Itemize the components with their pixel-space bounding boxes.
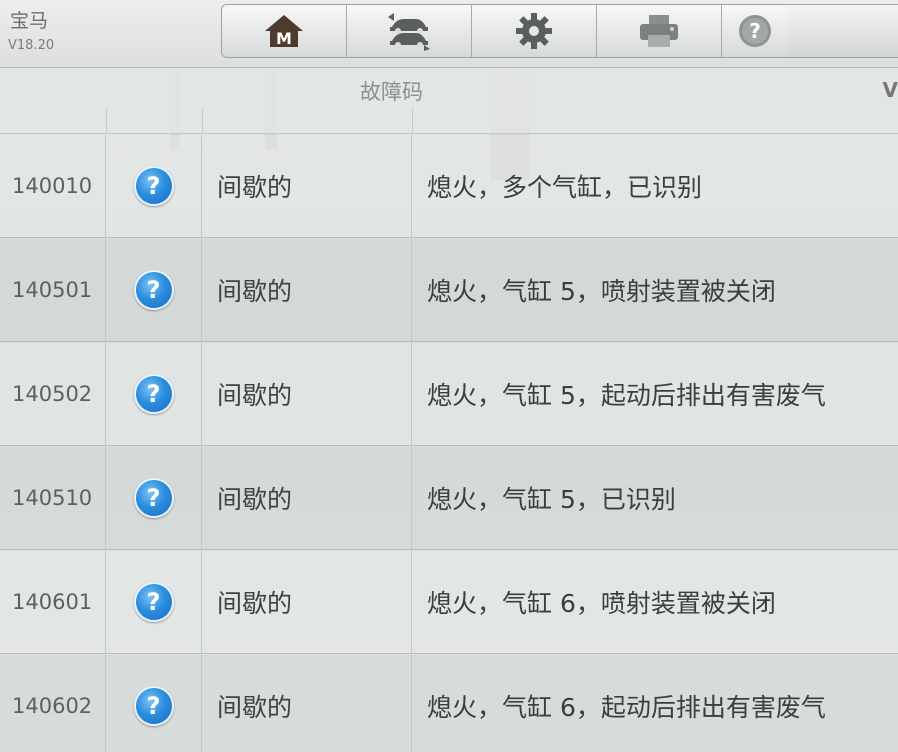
help-cell[interactable]: ? [106,551,202,653]
screen: 宝马 V18.20 M ? 故障码 V 140010 ? 间歇的 熄火，多个气缸… [0,0,898,752]
dtc-description: 熄火，气缸 5，喷射装置被关闭 [427,277,776,306]
vehicle-swap-button[interactable] [347,5,472,57]
home-m-icon: M [265,15,303,48]
dtc-description: 熄火，气缸 5，起动后排出有害废气 [427,381,826,410]
help-cell[interactable]: ? [106,239,202,341]
table-row[interactable]: 140501 ? 间歇的 熄火，气缸 5，喷射装置被关闭 [0,239,898,342]
table-header: 故障码 V [0,68,898,134]
column-divider [412,108,413,134]
help-cell[interactable]: ? [106,655,202,752]
app-version: V18.20 [8,38,55,53]
settings-button[interactable] [472,5,597,57]
help-cell[interactable]: ? [106,447,202,549]
table-row[interactable]: 140601 ? 间歇的 熄火，气缸 6，喷射装置被关闭 [0,551,898,654]
help-icon[interactable]: ? [133,166,174,206]
help-button[interactable]: ? [722,5,787,57]
dtc-code: 140501 [0,239,106,341]
dtc-status: 间歇的 [202,239,412,341]
dtc-code: 140602 [0,655,106,752]
dtc-status: 间歇的 [202,135,412,237]
table-header-edge-text: V [882,78,898,102]
column-divider [202,108,203,134]
help-icon[interactable]: ? [133,374,174,414]
help-cell[interactable]: ? [106,343,202,445]
help-cell[interactable]: ? [106,135,202,237]
dtc-code: 140601 [0,551,106,653]
app-title: 宝马 [10,10,49,32]
table-row[interactable]: 140602 ? 间歇的 熄火，气缸 6，起动后排出有害废气 [0,655,898,752]
svg-text:M: M [276,29,292,48]
help-icon: ? [738,15,771,47]
dtc-code: 140502 [0,343,106,445]
dtc-code: 140010 [0,135,106,237]
help-icon[interactable]: ? [133,582,174,622]
dtc-description: 熄火，气缸 5，已识别 [427,485,676,514]
dtc-description: 熄火，气缸 6，喷射装置被关闭 [427,589,776,618]
dtc-status: 间歇的 [202,343,412,445]
help-icon[interactable]: ? [133,686,174,726]
dtc-description: 熄火，气缸 6，起动后排出有害废气 [427,693,826,722]
app-header: 宝马 V18.20 M ? [0,0,898,68]
dtc-code: 140510 [0,447,106,549]
table-row[interactable]: 140010 ? 间歇的 熄火，多个气缸，已识别 [0,135,898,238]
help-icon[interactable]: ? [133,270,174,310]
printer-icon [640,15,678,47]
home-button[interactable]: M [222,5,347,57]
dtc-table: 140010 ? 间歇的 熄火，多个气缸，已识别 140501 ? 间歇的 熄火… [0,135,898,752]
gear-icon [516,13,552,49]
column-divider [106,108,107,134]
dtc-status: 间歇的 [202,551,412,653]
print-button[interactable] [597,5,722,57]
dtc-status: 间歇的 [202,655,412,752]
table-header-title: 故障码 [360,80,423,104]
dtc-status: 间歇的 [202,447,412,549]
vehicle-swap-icon [388,13,430,51]
table-row[interactable]: 140510 ? 间歇的 熄火，气缸 5，已识别 [0,447,898,550]
svg-text:?: ? [749,19,761,43]
table-row[interactable]: 140502 ? 间歇的 熄火，气缸 5，起动后排出有害废气 [0,343,898,446]
dtc-description: 熄火，多个气缸，已识别 [427,173,703,202]
toolbar: M ? [221,4,898,58]
help-icon[interactable]: ? [133,478,174,518]
